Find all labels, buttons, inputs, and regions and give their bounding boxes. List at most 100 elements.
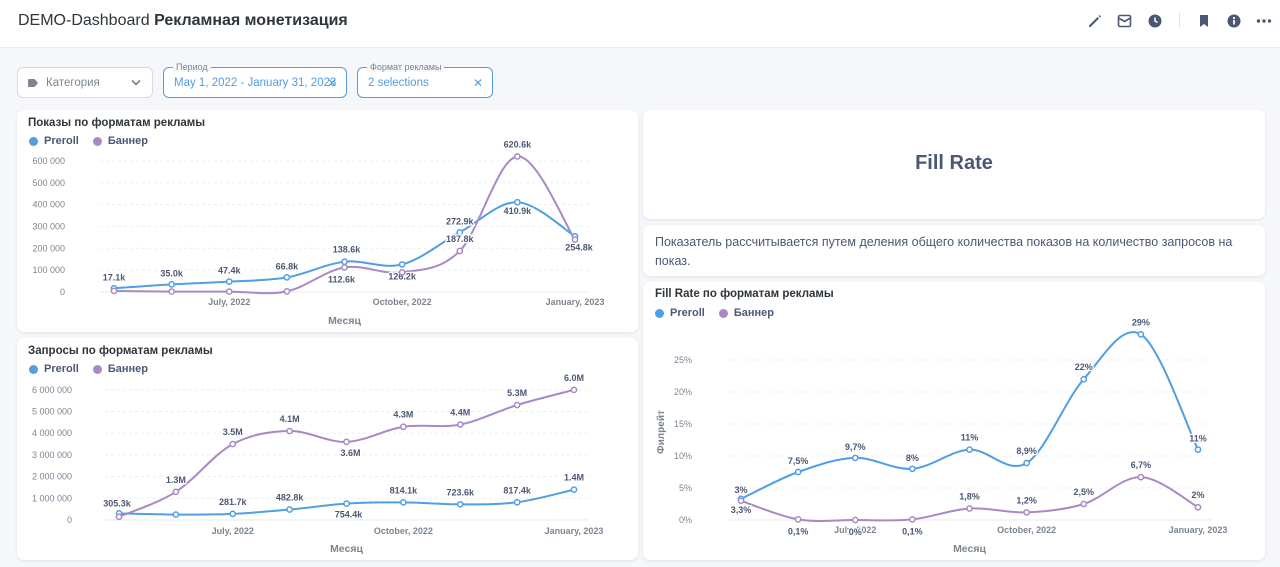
- data-point: [225, 278, 233, 285]
- data-point: [398, 261, 406, 268]
- data-label: 9,7%: [845, 442, 866, 452]
- data-label: 410.9k: [504, 206, 533, 216]
- more-options-icon[interactable]: [1254, 11, 1274, 31]
- category-filter[interactable]: Категория: [17, 67, 153, 98]
- data-point: [1080, 375, 1088, 383]
- data-label: 1.4M: [564, 473, 584, 483]
- data-label: 5.3M: [507, 388, 527, 398]
- data-label: 305.3k: [103, 498, 132, 508]
- y-axis-title: Филрейт: [656, 410, 667, 454]
- data-point: [341, 258, 348, 266]
- data-point: [283, 287, 291, 295]
- data-point: [1080, 500, 1088, 508]
- data-point: [283, 274, 291, 281]
- dashboard-title: DEMO-Dashboard Рекламная монетизация: [18, 12, 348, 30]
- y-tick-label: 200 000: [32, 243, 65, 253]
- data-point: [168, 281, 175, 288]
- fillrate-heading: Fill Rate: [915, 152, 993, 174]
- y-tick-label: 0: [60, 287, 65, 297]
- x-axis-title: Месяц: [953, 543, 986, 555]
- series-line-banner: [113, 155, 576, 295]
- data-point: [286, 506, 293, 513]
- data-point: [570, 386, 578, 394]
- header-divider: [1179, 12, 1180, 28]
- ad-format-filter[interactable]: Формат рекламы 2 selections ✕: [357, 62, 493, 98]
- data-point: [966, 446, 973, 453]
- title-prefix: DEMO-Dashboard: [18, 12, 150, 29]
- data-label: 4.4M: [450, 408, 470, 418]
- y-tick-label: 2 000 000: [32, 472, 72, 482]
- subscription-icon[interactable]: [1115, 11, 1135, 31]
- bookmark-icon[interactable]: [1194, 11, 1214, 31]
- data-label: 620.6k: [504, 139, 533, 149]
- period-filter-value: May 1, 2022 - January 31, 2023: [174, 77, 337, 89]
- data-point: [851, 454, 859, 462]
- fillrate-heading-card: Fill Rate: [643, 110, 1265, 219]
- data-label: 0,1%: [902, 526, 923, 536]
- data-label: 47.4k: [218, 266, 242, 276]
- data-label: 3.5M: [223, 427, 243, 437]
- data-point: [343, 438, 350, 446]
- data-label: 22%: [1075, 362, 1093, 372]
- fillrate-card: Fill Rate по форматам рекламы Preroll Ба…: [643, 282, 1265, 560]
- data-point: [110, 287, 118, 295]
- pencil-icon[interactable]: [1085, 11, 1105, 31]
- data-point: [851, 516, 859, 524]
- data-label: 814.1k: [390, 485, 419, 495]
- data-label: 66.8k: [276, 261, 300, 271]
- info-icon[interactable]: [1224, 11, 1244, 31]
- dashboard-header: DEMO-Dashboard Рекламная монетизация: [0, 0, 1280, 48]
- data-label: 4.3M: [393, 410, 413, 420]
- clear-ad-format-icon[interactable]: ✕: [473, 76, 483, 90]
- requests-chart: 0 1 000 000 2 000 000 3 000 000 4 000 000 5 0…: [32, 372, 604, 555]
- x-tick-label: January, 2023: [546, 297, 605, 307]
- data-label: 187.8k: [446, 234, 475, 244]
- data-point: [398, 268, 406, 276]
- data-label: 272.9k: [446, 216, 475, 226]
- data-point: [513, 401, 521, 409]
- data-label: 7,5%: [788, 456, 809, 466]
- y-tick-label: 3 000 000: [32, 450, 72, 460]
- y-tick-label: 100 000: [32, 265, 65, 275]
- y-tick-label: 400 000: [32, 200, 65, 210]
- y-tick-label: 6 000 000: [32, 385, 72, 395]
- data-point: [1023, 459, 1030, 467]
- data-point: [172, 488, 180, 496]
- data-point: [229, 440, 237, 448]
- data-label: 2%: [1191, 490, 1204, 500]
- data-point: [1194, 446, 1202, 453]
- data-point: [115, 513, 123, 521]
- data-label: 6.0M: [564, 373, 584, 383]
- data-label: 1,2%: [1016, 495, 1037, 505]
- data-label: 254.8k: [565, 242, 594, 252]
- data-label: 29%: [1132, 317, 1150, 327]
- clear-period-icon[interactable]: ✕: [327, 76, 337, 90]
- y-tick-label: 20%: [674, 387, 692, 397]
- ad-format-filter-label: Формат рекламы: [367, 62, 445, 72]
- y-tick-label: 600 000: [32, 156, 65, 166]
- period-filter[interactable]: Период May 1, 2022 - January 31, 2023 ✕: [163, 62, 347, 98]
- data-point: [400, 498, 407, 506]
- title-main: Рекламная монетизация: [154, 12, 348, 29]
- data-point: [400, 423, 407, 431]
- data-label: 3%: [734, 485, 747, 495]
- y-tick-label: 0%: [679, 515, 692, 525]
- data-point: [513, 498, 521, 506]
- fillrate-description: Показатель рассчитывается путем деления …: [655, 235, 1233, 268]
- data-point: [172, 511, 180, 518]
- data-label: 2,5%: [1073, 487, 1094, 497]
- data-label: 4.1M: [280, 414, 300, 424]
- data-label: 281.7k: [219, 497, 248, 507]
- data-label: 0,1%: [788, 526, 809, 536]
- data-label: 754.4k: [335, 510, 364, 520]
- data-point: [286, 427, 293, 435]
- y-tick-label: 1 000 000: [32, 493, 72, 503]
- tag-icon: [28, 79, 38, 87]
- data-point: [456, 247, 464, 255]
- x-tick-label: October, 2022: [374, 526, 433, 536]
- x-tick-label: January, 2023: [545, 526, 604, 536]
- series-line-preroll: [740, 331, 1199, 500]
- data-label: 0%: [849, 527, 862, 537]
- history-icon[interactable]: [1145, 11, 1165, 31]
- y-tick-label: 25%: [674, 355, 692, 365]
